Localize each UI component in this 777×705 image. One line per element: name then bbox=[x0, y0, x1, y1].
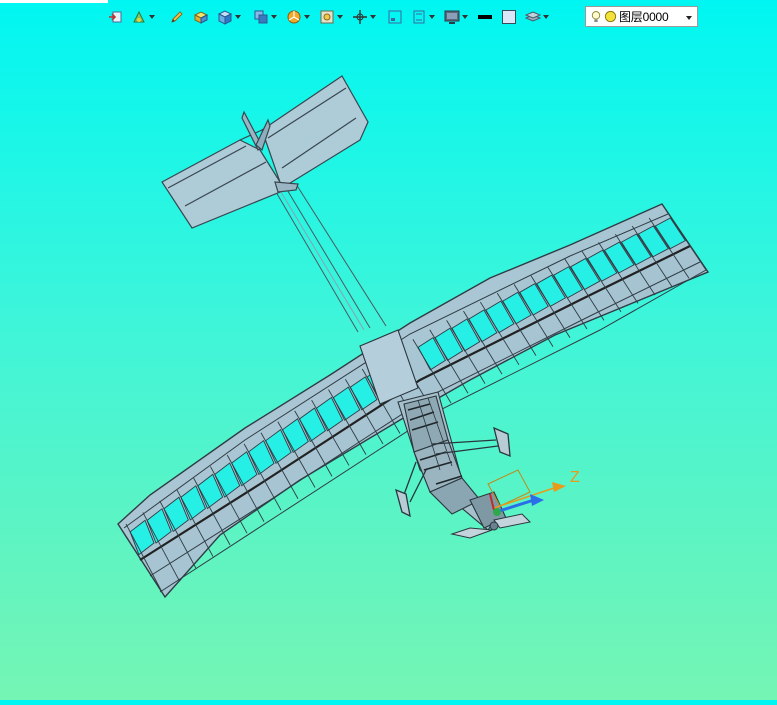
bulb-icon[interactable] bbox=[589, 9, 603, 25]
render-style-icon[interactable] bbox=[130, 8, 148, 26]
sun-icon[interactable] bbox=[603, 9, 617, 25]
toolbar-group-file bbox=[106, 7, 155, 27]
move-axis-dropdown[interactable] bbox=[369, 8, 376, 26]
move-axis-icon[interactable] bbox=[351, 8, 369, 26]
airplane-model bbox=[117, 75, 710, 599]
toolbar-group-model bbox=[168, 7, 241, 27]
line-color-icon[interactable] bbox=[476, 8, 494, 26]
fit-view-dropdown[interactable] bbox=[428, 8, 435, 26]
tail-boom bbox=[275, 183, 387, 333]
fill-color-icon[interactable] bbox=[500, 8, 518, 26]
render-style-dropdown[interactable] bbox=[148, 8, 155, 26]
horizontal-stabilizer bbox=[161, 75, 369, 229]
view-cube-dropdown[interactable] bbox=[270, 8, 277, 26]
zoom-window-icon[interactable] bbox=[386, 8, 404, 26]
pie-section-dropdown[interactable] bbox=[303, 8, 310, 26]
toolbar-top-line bbox=[0, 0, 108, 3]
box-solid-icon[interactable] bbox=[192, 8, 210, 26]
main-toolbar: 图层0000 bbox=[0, 0, 777, 33]
axis-triad bbox=[487, 469, 566, 516]
axis-z-label: Z bbox=[570, 469, 580, 486]
layer-name: 图层0000 bbox=[619, 10, 669, 24]
layers-dropdown[interactable] bbox=[542, 8, 549, 26]
layer-select[interactable]: 图层0000 bbox=[585, 6, 698, 27]
layer-dropdown-icon[interactable] bbox=[685, 11, 693, 20]
view-cube-icon[interactable] bbox=[252, 8, 270, 26]
layers-icon[interactable] bbox=[524, 8, 542, 26]
pencil-icon[interactable] bbox=[168, 8, 186, 26]
display-dropdown[interactable] bbox=[461, 8, 468, 26]
cube-dropdown[interactable] bbox=[234, 8, 241, 26]
fit-view-icon[interactable] bbox=[410, 8, 428, 26]
display-icon[interactable] bbox=[443, 8, 461, 26]
cube-icon[interactable] bbox=[216, 8, 234, 26]
frame-icon[interactable] bbox=[318, 8, 336, 26]
import-icon[interactable] bbox=[106, 8, 124, 26]
3d-viewport[interactable]: Z bbox=[0, 33, 777, 700]
toolbar-group-view bbox=[252, 7, 549, 27]
frame-dropdown[interactable] bbox=[336, 8, 343, 26]
pie-section-icon[interactable] bbox=[285, 8, 303, 26]
